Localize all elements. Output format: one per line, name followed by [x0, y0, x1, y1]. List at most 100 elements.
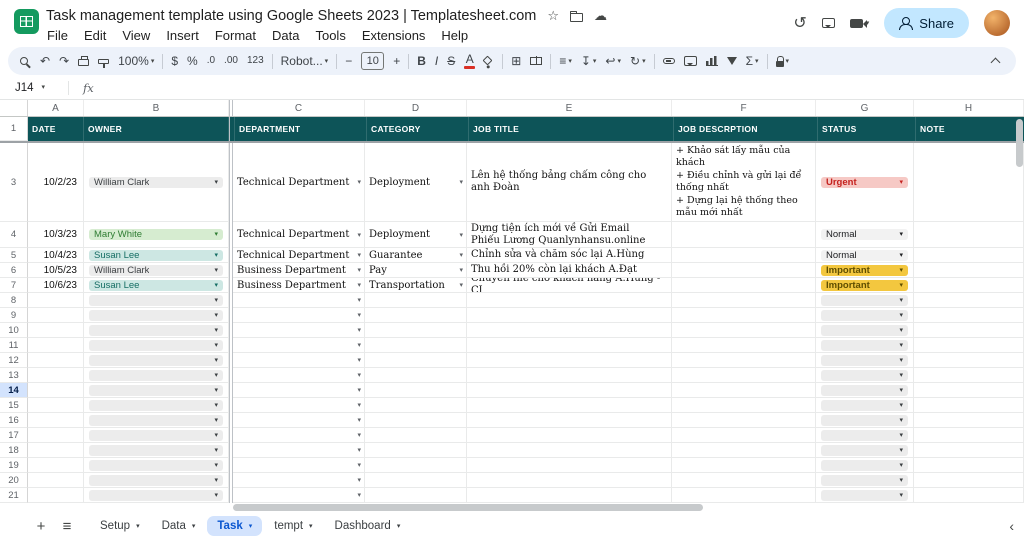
status-cell[interactable]: Important ▾	[816, 278, 914, 293]
status-dropdown[interactable]: ▾	[821, 309, 908, 321]
share-button[interactable]: Share	[884, 8, 969, 38]
owner-dropdown[interactable]: ▾	[89, 324, 223, 336]
header-cell-category[interactable]: CATEGORY	[367, 117, 469, 141]
category-cell[interactable]	[365, 383, 467, 398]
row-number[interactable]: 8	[0, 293, 28, 308]
menu-extensions[interactable]: Extensions	[355, 27, 433, 44]
department-cell[interactable]: Business Department ▾	[233, 263, 365, 278]
status-dropdown[interactable]: ▾	[821, 459, 908, 471]
date-cell[interactable]	[28, 488, 84, 503]
status-cell[interactable]: Important ▾	[816, 263, 914, 278]
filter-icon[interactable]	[723, 50, 741, 72]
document-title[interactable]: Task management template using Google Sh…	[46, 8, 536, 24]
category-cell[interactable]: Pay ▾	[365, 263, 467, 278]
status-cell[interactable]: ▾	[816, 413, 914, 428]
select-all-corner[interactable]	[0, 100, 28, 116]
row-number[interactable]: 1	[0, 117, 28, 141]
department-cell[interactable]: ▾	[233, 353, 365, 368]
owner-cell[interactable]: ▾	[84, 443, 229, 458]
text-rotate-icon[interactable]: ↻ ▾	[626, 50, 650, 72]
protect-range-icon[interactable]: ▾	[772, 50, 794, 72]
note-cell[interactable]	[914, 248, 1024, 263]
bold-icon[interactable]: B	[413, 50, 430, 72]
font-size-input[interactable]: 10	[357, 50, 388, 72]
header-cell-owner[interactable]: OWNER	[84, 117, 229, 141]
date-cell[interactable]: 10/5/23	[28, 263, 84, 278]
note-cell[interactable]	[914, 488, 1024, 503]
functions-icon[interactable]: Σ ▾	[742, 50, 763, 72]
note-cell[interactable]	[914, 413, 1024, 428]
status-dropdown[interactable]: Urgent ▾	[821, 176, 908, 188]
note-cell[interactable]	[914, 443, 1024, 458]
print-icon[interactable]	[74, 50, 93, 72]
date-cell[interactable]	[28, 368, 84, 383]
category-cell[interactable]	[365, 293, 467, 308]
insert-chart-icon[interactable]	[702, 50, 722, 72]
job-title-cell[interactable]	[467, 308, 672, 323]
menu-file[interactable]: File	[40, 27, 75, 44]
owner-dropdown[interactable]: William Clark ▾	[89, 176, 223, 188]
column-header-D[interactable]: D	[365, 100, 467, 116]
header-cell-status[interactable]: STATUS	[818, 117, 916, 141]
status-cell[interactable]: ▾	[816, 368, 914, 383]
owner-cell[interactable]: ▾	[84, 428, 229, 443]
department-cell[interactable]: ▾	[233, 308, 365, 323]
status-cell[interactable]: ▾	[816, 398, 914, 413]
menu-data[interactable]: Data	[265, 27, 306, 44]
row-number[interactable]: 4	[0, 222, 28, 248]
column-header-E[interactable]: E	[467, 100, 672, 116]
row-number[interactable]: 16	[0, 413, 28, 428]
job-description-cell[interactable]	[672, 458, 816, 473]
date-cell[interactable]: 10/2/23	[28, 143, 84, 222]
owner-dropdown[interactable]: ▾	[89, 309, 223, 321]
job-description-cell[interactable]	[672, 308, 816, 323]
category-cell[interactable]	[365, 428, 467, 443]
job-title-cell[interactable]	[467, 353, 672, 368]
category-cell[interactable]	[365, 413, 467, 428]
search-icon[interactable]	[16, 50, 35, 72]
owner-dropdown[interactable]: ▾	[89, 294, 223, 306]
category-cell[interactable]	[365, 458, 467, 473]
job-description-cell[interactable]	[672, 338, 816, 353]
owner-cell[interactable]: ▾	[84, 368, 229, 383]
date-cell[interactable]	[28, 443, 84, 458]
vertical-align-icon[interactable]: ↧ ▾	[577, 50, 601, 72]
job-description-cell[interactable]: + Khảo sát lấy mẫu của khách + Điều chỉn…	[672, 143, 816, 222]
move-folder-icon[interactable]	[570, 10, 584, 22]
owner-cell[interactable]: ▾	[84, 383, 229, 398]
status-cell[interactable]: Normal ▾	[816, 248, 914, 263]
row-number[interactable]: 17	[0, 428, 28, 443]
avatar[interactable]	[984, 10, 1010, 36]
owner-dropdown[interactable]: ▾	[89, 474, 223, 486]
job-title-cell[interactable]: Thu hồi 20% còn lại khách A.Đạt	[467, 263, 672, 278]
owner-dropdown[interactable]: ▾	[89, 369, 223, 381]
note-cell[interactable]	[914, 353, 1024, 368]
category-cell[interactable]: Deployment ▾	[365, 143, 467, 222]
row-number[interactable]: 21	[0, 488, 28, 503]
horizontal-scrollbar[interactable]	[233, 504, 703, 511]
job-description-cell[interactable]	[672, 263, 816, 278]
owner-cell[interactable]: William Clark ▾	[84, 143, 229, 222]
row-number[interactable]: 10	[0, 323, 28, 338]
font-select[interactable]: Robot... ▾	[277, 50, 333, 72]
decrease-decimal-icon[interactable]: .0	[203, 50, 219, 72]
job-description-cell[interactable]	[672, 368, 816, 383]
category-cell[interactable]	[365, 488, 467, 503]
category-cell[interactable]	[365, 323, 467, 338]
row-number[interactable]: 7	[0, 278, 28, 293]
status-dropdown[interactable]: ▾	[821, 429, 908, 441]
owner-dropdown[interactable]: ▾	[89, 429, 223, 441]
increase-decimal-icon[interactable]: .00	[220, 50, 242, 72]
date-cell[interactable]	[28, 353, 84, 368]
row-number[interactable]: 13	[0, 368, 28, 383]
header-cell-department[interactable]: DEPARTMENT	[235, 117, 367, 141]
header-cell-job-title[interactable]: JOB TITLE	[469, 117, 674, 141]
tab-scroll-left-icon[interactable]: ‹	[1009, 518, 1014, 534]
sheet-tab-dashboard[interactable]: Dashboard ▾	[325, 516, 411, 536]
job-description-cell[interactable]	[672, 413, 816, 428]
status-dropdown[interactable]: ▾	[821, 474, 908, 486]
job-title-cell[interactable]	[467, 368, 672, 383]
redo-icon[interactable]: ↷	[55, 50, 73, 72]
category-cell[interactable]	[365, 308, 467, 323]
add-sheet-icon[interactable]: +	[28, 518, 54, 535]
